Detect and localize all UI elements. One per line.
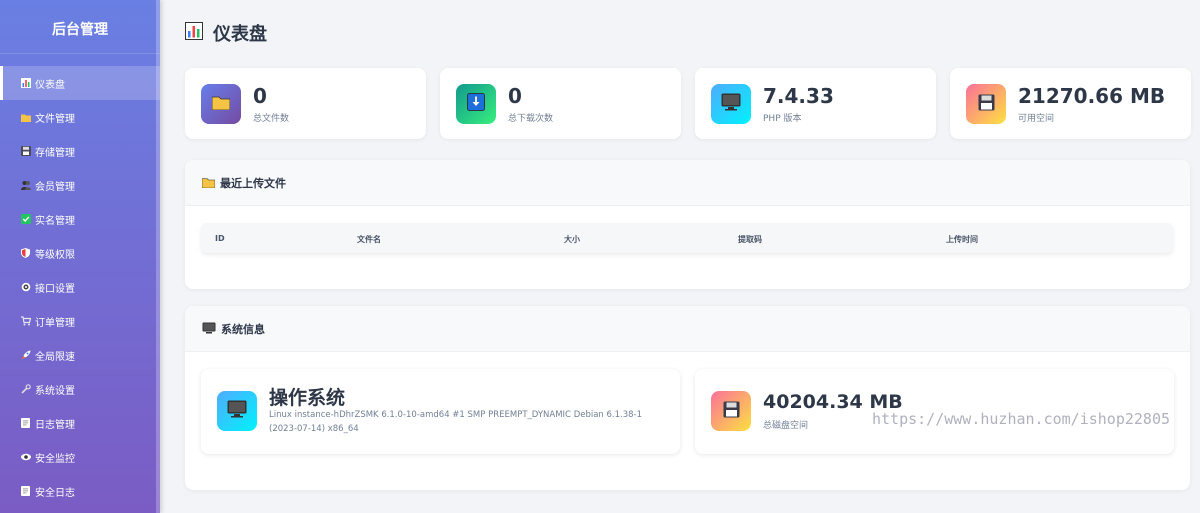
sidebar-item-label: 实名管理 <box>35 215 75 227</box>
sidebar-item-label: 安全监控 <box>35 453 75 465</box>
column-header-filename: 文件名 <box>357 235 381 244</box>
sidebar-item-logs[interactable]: 日志管理 <box>0 406 160 440</box>
panel-title: 最近上传文件 <box>220 176 286 190</box>
panel-title: 系统信息 <box>221 322 265 336</box>
floppy-disk-icon <box>20 146 31 157</box>
stat-icon-box <box>711 84 751 124</box>
stat-value: 0 <box>508 84 522 108</box>
column-header-id: ID <box>215 234 225 243</box>
rocket-icon <box>20 350 31 361</box>
sidebar-item-storage[interactable]: 存储管理 <box>0 134 160 168</box>
info-icon-box <box>711 391 751 431</box>
table-header-row: ID 文件名 大小 提取码 上传时间 <box>201 223 1173 253</box>
sidebar-item-label: 订单管理 <box>35 317 75 329</box>
stat-icon-box <box>456 84 496 124</box>
stat-label: PHP 版本 <box>763 114 802 124</box>
monitor-icon <box>202 319 216 338</box>
check-icon <box>20 214 31 225</box>
stat-value: 7.4.33 <box>763 84 834 108</box>
sidebar-item-label: 文件管理 <box>35 113 75 125</box>
sidebar-item-levels[interactable]: 等级权限 <box>0 236 160 270</box>
sidebar-item-dashboard[interactable]: 仪表盘 <box>0 66 160 100</box>
cart-icon <box>20 316 31 327</box>
sidebar-item-orders[interactable]: 订单管理 <box>0 304 160 338</box>
gear-icon <box>20 282 31 293</box>
sidebar-title: 后台管理 <box>0 0 160 54</box>
bar-chart-icon <box>185 22 203 44</box>
os-detail: Linux instance-hDhrZSMK 6.1.0-10-amd64 #… <box>269 410 643 434</box>
column-header-size: 大小 <box>564 235 580 244</box>
floppy-disk-icon <box>978 94 995 115</box>
system-info-panel: 系统信息 操作系统 Linux instance-hDhrZSMK 6.1.0-… <box>185 306 1190 490</box>
stat-card-total-files: 0 总文件数 <box>185 68 426 139</box>
os-title: 操作系统 <box>269 387 346 409</box>
column-header-extract-code: 提取码 <box>738 235 762 244</box>
sidebar-item-system-settings[interactable]: 系统设置 <box>0 372 160 406</box>
stat-label: 可用空间 <box>1018 114 1055 124</box>
panel-header: 系统信息 <box>185 306 1190 352</box>
sidebar-item-files[interactable]: 文件管理 <box>0 100 160 134</box>
page-title: 仪表盘 <box>213 24 267 45</box>
recent-uploads-panel: 最近上传文件 ID 文件名 大小 提取码 上传时间 <box>185 160 1190 289</box>
monitor-icon <box>721 93 741 115</box>
sidebar-item-label: 仪表盘 <box>35 79 65 91</box>
sidebar-item-label: 系统设置 <box>35 385 75 397</box>
sidebar-item-label: 存储管理 <box>35 147 75 159</box>
folder-icon <box>201 173 216 192</box>
disk-label: 总磁盘空间 <box>763 421 809 431</box>
sidebar-item-label: 等级权限 <box>35 249 75 261</box>
stat-icon-box <box>201 84 241 124</box>
stat-card-php-version: 7.4.33 PHP 版本 <box>695 68 936 139</box>
sidebar-item-speed-limit[interactable]: 全局限速 <box>0 338 160 372</box>
sidebar-item-label: 全局限速 <box>35 351 75 363</box>
eye-icon <box>20 452 31 463</box>
column-header-upload-time: 上传时间 <box>946 235 978 244</box>
sidebar-item-api[interactable]: 接口设置 <box>0 270 160 304</box>
sidebar-item-label: 会员管理 <box>35 181 75 193</box>
download-icon <box>467 93 485 115</box>
document-icon <box>20 418 31 429</box>
wrench-icon <box>20 384 31 395</box>
sidebar-item-security-logs[interactable]: 安全日志 <box>0 474 160 508</box>
stat-value: 21270.66 MB <box>1018 84 1166 108</box>
main-content: 仪表盘 0 总文件数 0 总下载次数 7.4.33 PHP 版本 21270.6… <box>160 0 1200 513</box>
sidebar-nav: 仪表盘 文件管理 存储管理 会员管理 实名管理 等级权限 接口设置 订单管理 全… <box>0 66 160 508</box>
stat-card-total-downloads: 0 总下载次数 <box>440 68 681 139</box>
os-info-card: 操作系统 Linux instance-hDhrZSMK 6.1.0-10-am… <box>201 369 680 454</box>
stat-card-free-space: 21270.66 MB 可用空间 <box>950 68 1191 139</box>
folder-icon <box>20 112 31 123</box>
folder-icon <box>211 95 231 114</box>
sidebar-item-label: 接口设置 <box>35 283 75 295</box>
bar-chart-icon <box>20 78 31 89</box>
document-icon <box>20 486 31 497</box>
sidebar-item-label: 安全日志 <box>35 487 75 499</box>
sidebar: 后台管理 仪表盘 文件管理 存储管理 会员管理 实名管理 等级权限 接口设置 订… <box>0 0 160 513</box>
sidebar-item-label: 日志管理 <box>35 419 75 431</box>
sidebar-item-members[interactable]: 会员管理 <box>0 168 160 202</box>
stat-label: 总文件数 <box>253 114 290 124</box>
stat-value: 0 <box>253 84 267 108</box>
sidebar-item-realname[interactable]: 实名管理 <box>0 202 160 236</box>
stat-label: 总下载次数 <box>508 114 554 124</box>
watermark: https://www.huzhan.com/ishop22805 <box>872 410 1171 428</box>
page-header: 仪表盘 <box>185 20 267 46</box>
panel-header: 最近上传文件 <box>185 160 1190 206</box>
users-icon <box>20 180 31 191</box>
floppy-disk-icon <box>723 401 740 422</box>
stat-icon-box <box>966 84 1006 124</box>
shield-icon <box>20 248 31 259</box>
info-icon-box <box>217 391 257 431</box>
sidebar-item-security-monitor[interactable]: 安全监控 <box>0 440 160 474</box>
monitor-icon <box>227 400 247 422</box>
